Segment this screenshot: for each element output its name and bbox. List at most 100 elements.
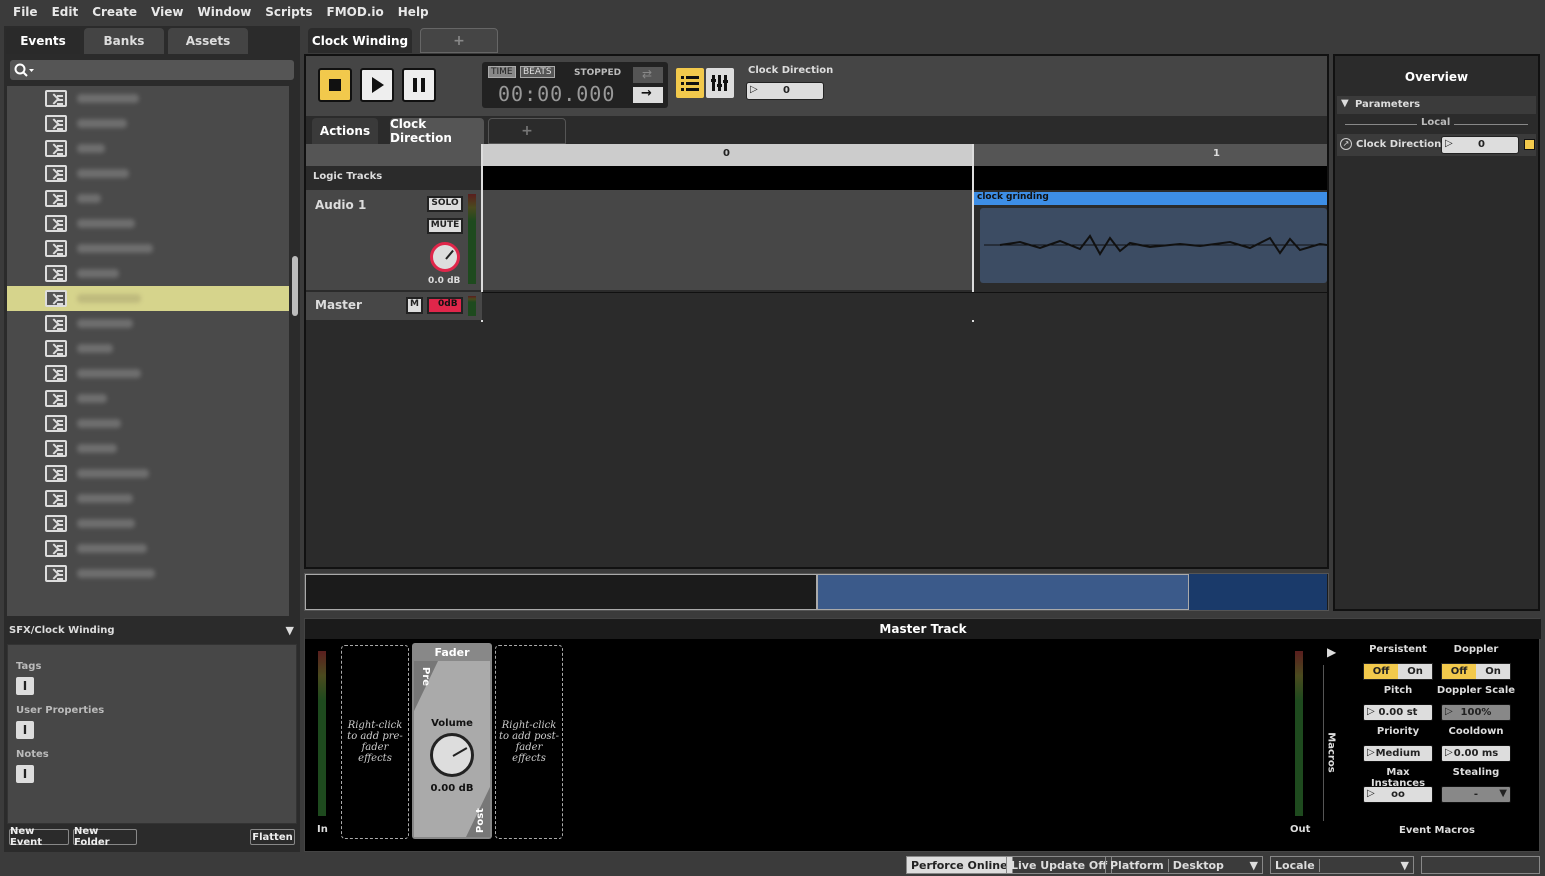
solo-button[interactable]: SOLO	[427, 196, 463, 212]
list-item[interactable]	[7, 236, 289, 261]
pause-button[interactable]	[402, 68, 436, 102]
tab-assets[interactable]: Assets	[168, 28, 248, 54]
parameters-section-header[interactable]: ▼ Parameters	[1337, 96, 1536, 114]
new-event-button[interactable]: New Event	[9, 826, 69, 848]
master-lane[interactable]	[482, 292, 1327, 320]
stealing-dropdown[interactable]: - ▼	[1441, 786, 1511, 803]
platform-selector[interactable]: Platform Desktop ▼	[1105, 856, 1263, 874]
volume-knob[interactable]	[430, 733, 474, 777]
tab-clock-winding[interactable]: Clock Winding	[308, 28, 412, 53]
param-row-clock-direction[interactable]: ↗ Clock Direction ▷ 0	[1337, 134, 1536, 156]
tab-banks[interactable]: Banks	[84, 28, 164, 54]
list-item[interactable]	[7, 186, 289, 211]
doppler-on[interactable]: On	[1476, 664, 1510, 679]
list-item[interactable]	[7, 86, 289, 111]
list-item[interactable]	[7, 386, 289, 411]
param-color-swatch[interactable]	[1524, 139, 1535, 150]
live-update-status[interactable]: Live Update Off	[1006, 856, 1113, 874]
macros-toggle-icon[interactable]: ▶	[1327, 645, 1336, 659]
audio-lane-empty[interactable]	[482, 190, 974, 290]
tags-add-icon[interactable]: I	[16, 677, 34, 695]
persistent-off[interactable]: Off	[1364, 664, 1398, 679]
fader-device[interactable]: Fader Pre Volume 0.00 dB Post	[412, 643, 492, 839]
persistent-on[interactable]: On	[1398, 664, 1432, 679]
list-item[interactable]	[7, 261, 289, 286]
menu-file[interactable]: File	[6, 5, 45, 19]
stop-button[interactable]	[318, 68, 352, 102]
collapse-arrow-icon[interactable]: ▼	[286, 624, 294, 637]
list-item[interactable]	[7, 411, 289, 436]
master-mute-button[interactable]: M	[406, 297, 423, 314]
param-row-value: 0	[1478, 139, 1485, 150]
master-track-header[interactable]: Master M 0dB	[306, 292, 482, 320]
post-fader-slot[interactable]: Right-click to add post-fader effects	[495, 645, 563, 839]
time-mode-toggle[interactable]: TIME	[488, 66, 516, 78]
new-folder-button[interactable]: New Folder	[73, 826, 137, 848]
beats-mode-toggle[interactable]: BEATS	[520, 66, 555, 78]
tab-events[interactable]: Events	[6, 28, 80, 54]
event-name-redacted	[77, 394, 107, 403]
perforce-status[interactable]: Perforce Online	[906, 856, 1013, 874]
loop-button[interactable]: ⇄	[632, 66, 664, 84]
follow-button[interactable]: →	[632, 86, 664, 104]
menu-fmodio[interactable]: FMOD.io	[320, 5, 391, 19]
list-item[interactable]	[7, 211, 289, 236]
add-tab-button[interactable]: +	[420, 28, 498, 53]
timeline-ruler[interactable]: 0 1	[306, 144, 1327, 166]
tab-clock-direction[interactable]: Clock Direction	[390, 117, 484, 145]
doppler-off[interactable]: Off	[1442, 664, 1476, 679]
list-item[interactable]	[7, 536, 289, 561]
audio-region-header[interactable]: clock grinding	[974, 192, 1327, 205]
priority-field[interactable]: ▷ Medium	[1363, 745, 1433, 762]
menu-view[interactable]: View	[144, 5, 190, 19]
menu-edit[interactable]: Edit	[45, 5, 86, 19]
play-button[interactable]	[360, 68, 394, 102]
persistent-toggle[interactable]: Off On	[1363, 663, 1433, 680]
doppler-scale-field[interactable]: ▷ 100%	[1441, 704, 1511, 721]
cooldown-field[interactable]: ▷ 0.00 ms	[1441, 745, 1511, 762]
menu-window[interactable]: Window	[190, 5, 258, 19]
tab-actions[interactable]: Actions	[312, 118, 378, 144]
timeline-overview[interactable]	[304, 573, 1329, 611]
list-item[interactable]	[7, 286, 289, 311]
doppler-toggle[interactable]: Off On	[1441, 663, 1511, 680]
add-parameter-tab[interactable]: +	[488, 118, 566, 144]
user-properties-add-icon[interactable]: I	[16, 721, 34, 739]
logic-track-lane[interactable]	[482, 166, 1327, 190]
list-item[interactable]	[7, 111, 289, 136]
list-item[interactable]	[7, 311, 289, 336]
list-item[interactable]	[7, 461, 289, 486]
transport-param-field[interactable]: ▷ 0	[746, 82, 824, 100]
overview-left-viewport[interactable]	[305, 574, 817, 610]
pre-fader-slot[interactable]: Right-click to add pre-fader effects	[341, 645, 409, 839]
list-item[interactable]	[7, 486, 289, 511]
track-volume-knob[interactable]	[430, 242, 460, 272]
menu-help[interactable]: Help	[391, 5, 436, 19]
locale-selector[interactable]: Locale ▼	[1270, 856, 1414, 874]
audio-track-header[interactable]: Audio 1 SOLO MUTE 0.0 dB	[306, 190, 482, 290]
menu-scripts[interactable]: Scripts	[258, 5, 319, 19]
list-scrollbar[interactable]	[292, 256, 298, 316]
menu-create[interactable]: Create	[85, 5, 144, 19]
mixer-view-button[interactable]	[706, 68, 734, 98]
pitch-field[interactable]: ▷ 0.00 st	[1363, 704, 1433, 721]
list-item[interactable]	[7, 336, 289, 361]
max-instances-field[interactable]: ▷ oo	[1363, 786, 1433, 803]
notes-add-icon[interactable]: I	[16, 765, 34, 783]
overview-viewport[interactable]	[817, 574, 1189, 610]
mute-button[interactable]: MUTE	[427, 218, 463, 234]
event-list[interactable]	[7, 86, 289, 616]
list-item[interactable]	[7, 361, 289, 386]
event-name-redacted	[77, 569, 155, 578]
list-item[interactable]	[7, 561, 289, 586]
list-item[interactable]	[7, 161, 289, 186]
param-row-value-field[interactable]: ▷ 0	[1441, 136, 1519, 154]
list-item[interactable]	[7, 511, 289, 536]
list-item[interactable]	[7, 436, 289, 461]
search-input[interactable]	[10, 60, 294, 80]
audio-waveform[interactable]	[980, 208, 1328, 283]
list-view-button[interactable]	[676, 68, 704, 98]
flatten-button[interactable]: Flatten	[250, 829, 295, 845]
list-item[interactable]	[7, 136, 289, 161]
master-volume-field[interactable]: 0dB	[427, 297, 463, 314]
